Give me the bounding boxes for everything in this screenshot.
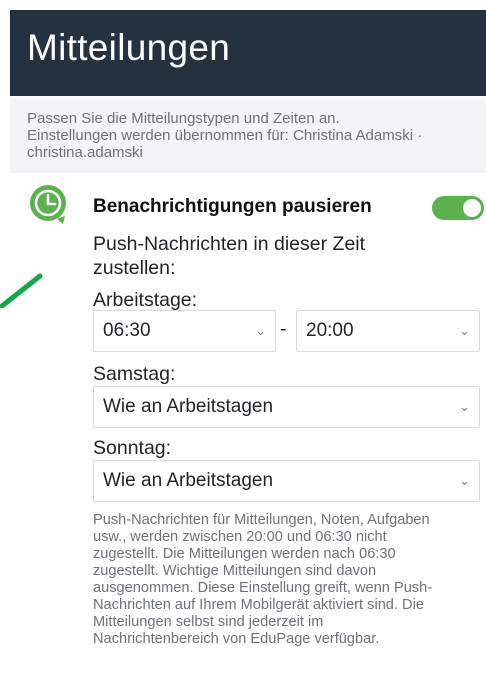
push-time-label-line-2: zustellen:: [93, 257, 176, 279]
footnote-line: Nachrichten auf Ihrem Mobilgerät aktivie…: [93, 597, 424, 613]
chevron-down-icon: ⌄: [459, 473, 470, 488]
workdays-label: Arbeitstage:: [93, 289, 198, 311]
workdays-to-select[interactable]: 20:00 ⌄: [296, 310, 480, 352]
footnote-line: Mitteilungen selbst sind jederzeit im: [93, 614, 324, 630]
chevron-down-icon: ⌄: [459, 399, 470, 414]
sunday-select[interactable]: Wie an Arbeitstagen ⌄: [93, 460, 480, 502]
saturday-select[interactable]: Wie an Arbeitstagen ⌄: [93, 386, 480, 428]
chevron-down-icon: ⌄: [255, 323, 266, 338]
footnote-line: usw., werden zwischen 20:00 und 06:30 ni…: [93, 529, 387, 545]
clock-icon: [30, 185, 66, 224]
sunday-label: Sonntag:: [93, 437, 172, 459]
time-range-separator: -: [280, 319, 287, 340]
settings-intro: Passen Sie die Mitteilungstypen und Zeit…: [10, 98, 486, 173]
push-time-label: Push-Nachrichten in dieser Zeit zustelle…: [93, 232, 365, 280]
sunday-value: Wie an Arbeitstagen: [103, 470, 274, 491]
app-header: Mitteilungen: [10, 10, 486, 96]
workdays-from-value: 06:30: [103, 320, 151, 341]
footnote-line: zugestellt. Wichtige Mitteilungen sind d…: [93, 563, 377, 579]
chevron-down-icon: ⌄: [459, 323, 470, 338]
pause-notifications-label: Benachrichtigungen pausieren: [93, 196, 372, 217]
page-title: Mitteilungen: [27, 27, 231, 68]
intro-line-2: Einstellungen werden übernommen für: Chr…: [27, 127, 423, 144]
saturday-value: Wie an Arbeitstagen: [103, 396, 274, 417]
pause-notifications-toggle[interactable]: [432, 196, 484, 220]
arrow-annotation: [0, 273, 43, 308]
workdays-from-select[interactable]: 06:30 ⌄: [93, 310, 276, 352]
footnote-line: Nachrichtenbereich von EduPage verfügbar…: [93, 631, 380, 647]
footnote-line: Push-Nachrichten für Mitteilungen, Noten…: [93, 512, 430, 528]
toggle-knob: [463, 199, 481, 217]
workdays-to-value: 20:00: [306, 320, 354, 341]
pause-explanation: Push-Nachrichten für Mitteilungen, Noten…: [93, 512, 486, 648]
intro-line-1: Passen Sie die Mitteilungstypen und Zeit…: [27, 110, 340, 127]
saturday-label: Samstag:: [93, 363, 176, 385]
push-time-label-line-1: Push-Nachrichten in dieser Zeit: [93, 233, 366, 255]
footnote-line: zugestellt. Die Mitteilungen werden nach…: [93, 546, 396, 562]
intro-line-3: christina.adamski: [27, 144, 143, 161]
footnote-line: ausgenommen. Diese Einstellung greift, w…: [93, 580, 433, 596]
